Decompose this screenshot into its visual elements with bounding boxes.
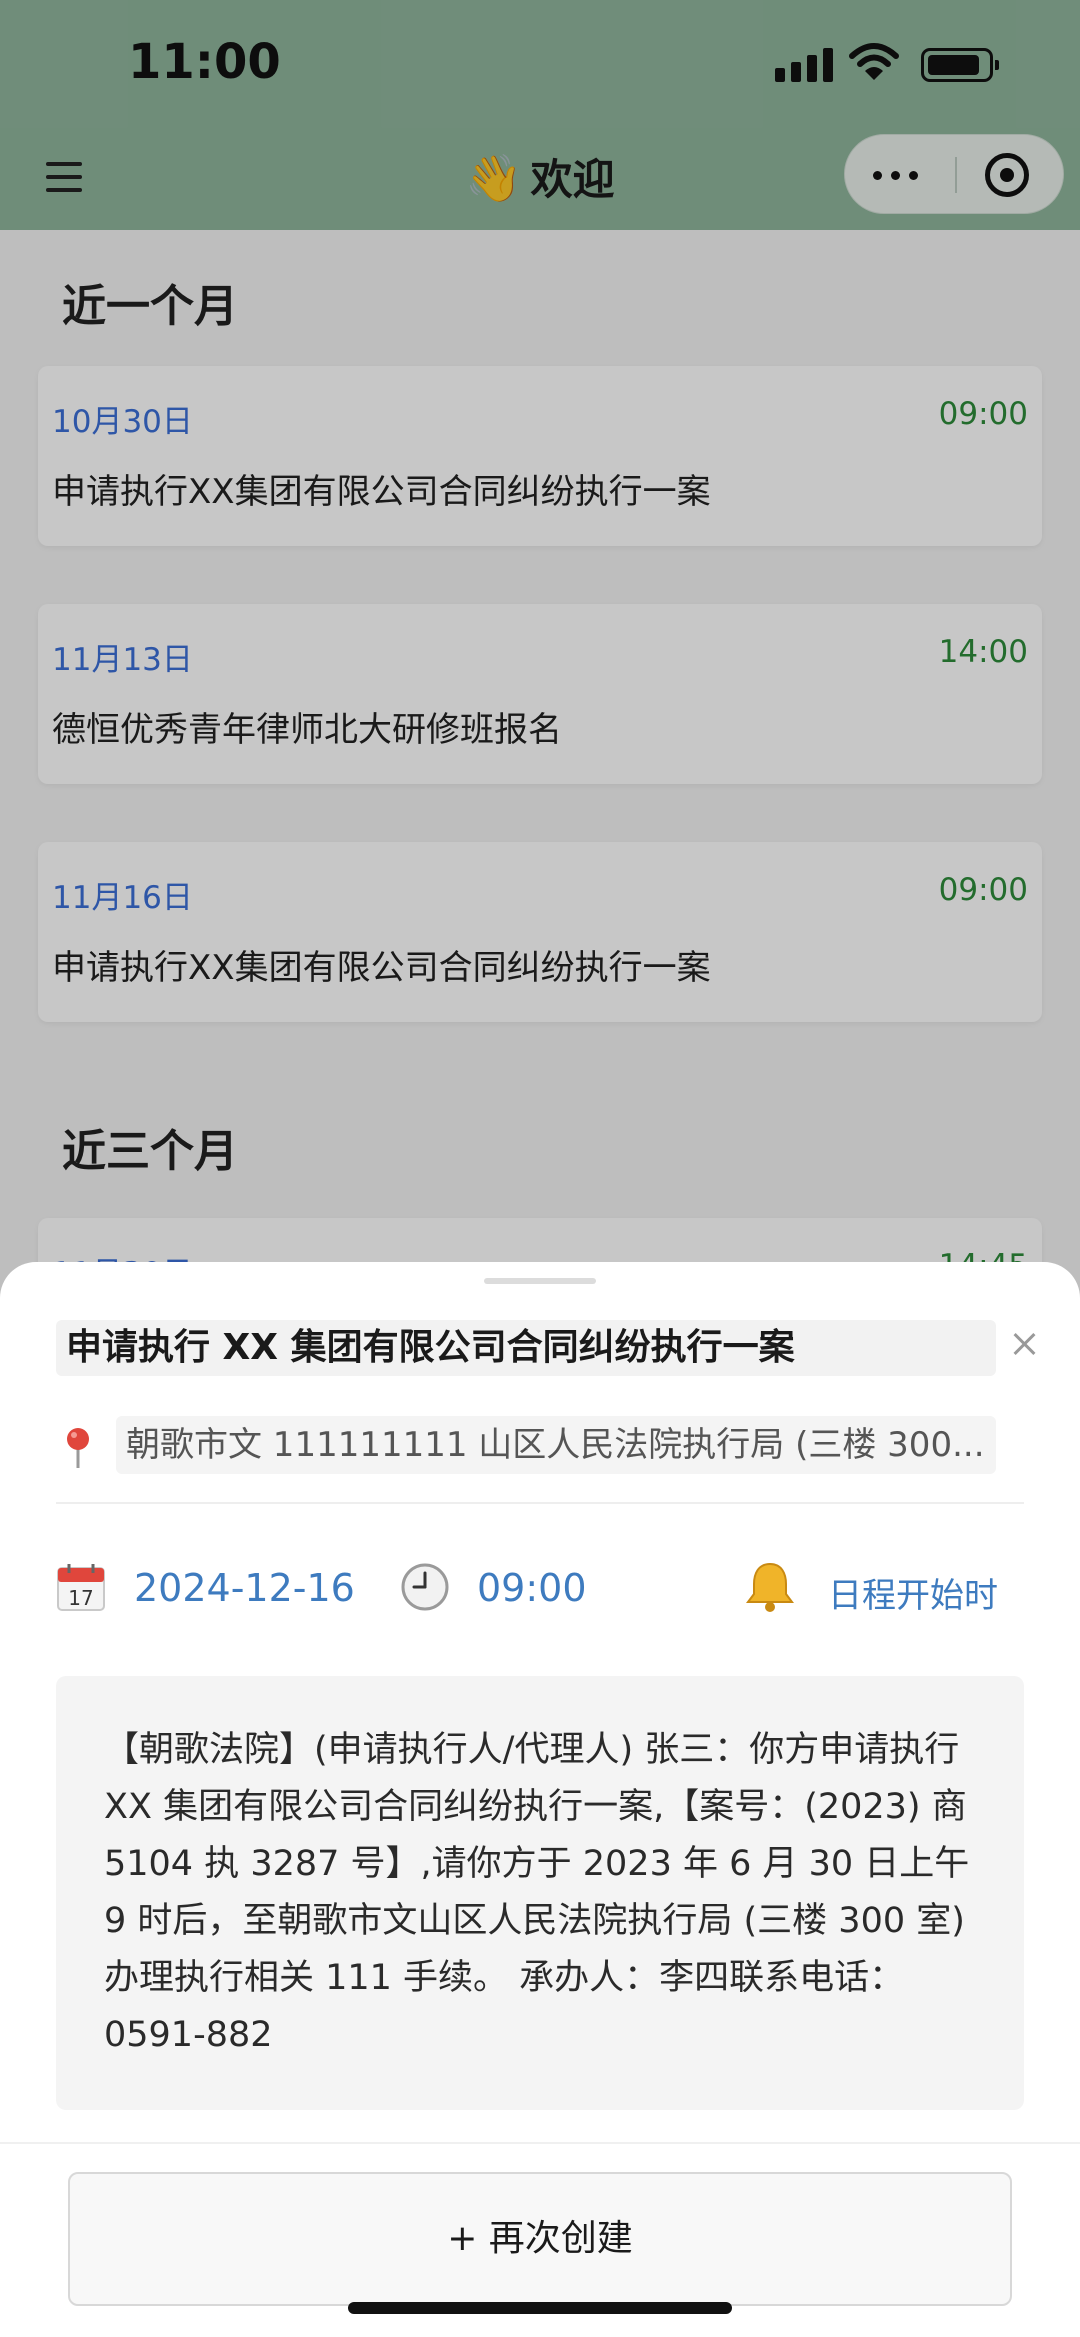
location-field[interactable]: 朝歌市文 111111111 山区人民法院执行局 (三楼 300... bbox=[116, 1416, 996, 1474]
calendar-icon: 17 bbox=[57, 1564, 105, 1611]
bell-icon bbox=[746, 1562, 794, 1612]
create-again-button[interactable]: + 再次创建 bbox=[68, 2172, 1012, 2306]
date-picker[interactable]: 2024-12-16 bbox=[134, 1566, 355, 1610]
footer-divider bbox=[0, 2142, 1080, 2144]
location-pin-icon bbox=[67, 1428, 89, 1468]
svg-text:17: 17 bbox=[68, 1586, 93, 1610]
screen: 11:00 👋 欢迎 近一个月 10月30日 09:00 申请执行XX集团有限公… bbox=[0, 0, 1080, 2337]
clock-icon bbox=[401, 1563, 449, 1611]
close-icon[interactable] bbox=[1006, 1326, 1044, 1364]
home-indicator bbox=[348, 2302, 732, 2314]
schedule-detail-sheet: 申请执行 XX 集团有限公司合同纠纷执行一案 朝歌市文 111111111 山区… bbox=[0, 1262, 1080, 2337]
description-field[interactable]: 【朝歌法院】(申请执行人/代理人) 张三：你方申请执行 XX 集团有限公司合同纠… bbox=[56, 1676, 1024, 2110]
time-picker[interactable]: 09:00 bbox=[477, 1566, 587, 1610]
divider bbox=[56, 1502, 1024, 1504]
title-field[interactable]: 申请执行 XX 集团有限公司合同纠纷执行一案 bbox=[56, 1320, 996, 1376]
sheet-grabber[interactable] bbox=[484, 1278, 596, 1284]
reminder-picker[interactable]: 日程开始时 bbox=[828, 1568, 998, 1617]
